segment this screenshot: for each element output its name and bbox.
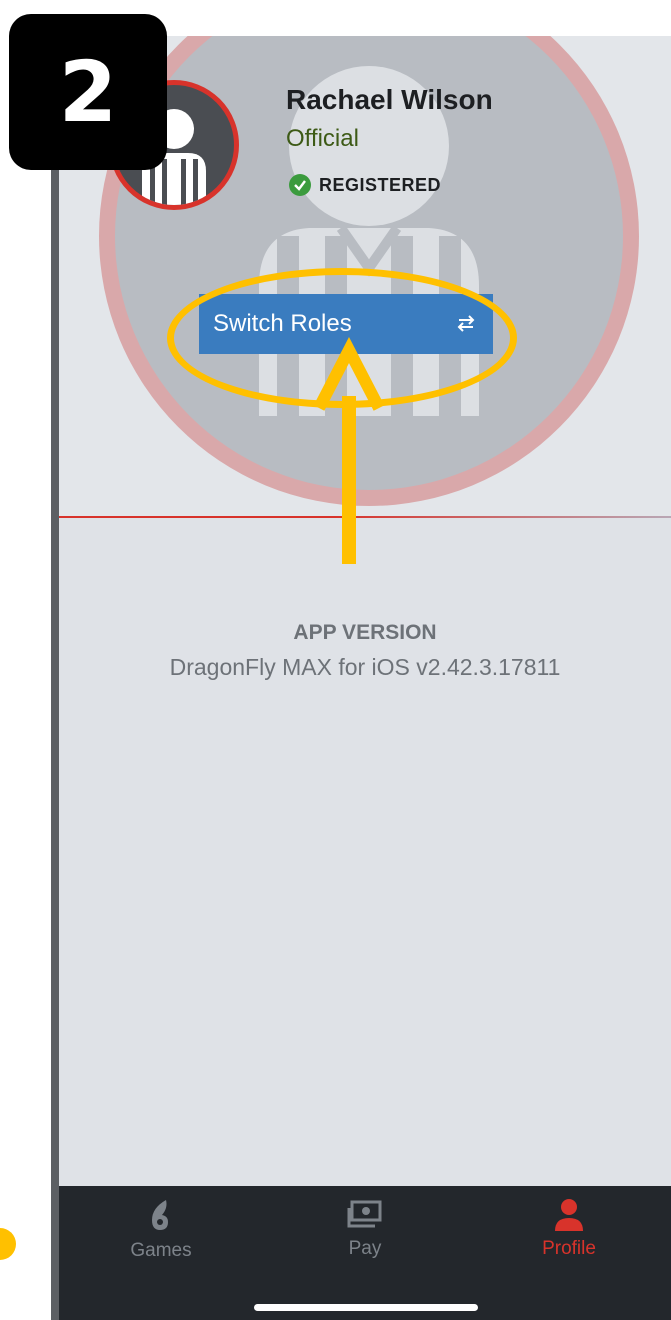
phone-frame: Rachael Wilson Official REGISTERED Switc… xyxy=(51,36,671,1320)
status-badge: REGISTERED xyxy=(319,174,442,195)
tab-profile-label: Profile xyxy=(542,1238,596,1259)
person-icon xyxy=(555,1199,583,1231)
annotation-dot xyxy=(0,1228,16,1260)
tab-profile[interactable]: Profile xyxy=(467,1198,671,1278)
step-badge: 2 xyxy=(9,14,167,170)
tab-pay[interactable]: Pay xyxy=(263,1198,467,1278)
app-version-value: DragonFly MAX for iOS v2.42.3.17811 xyxy=(169,654,561,680)
tab-bar: Games Pay Profile xyxy=(59,1186,671,1320)
tab-games-label: Games xyxy=(130,1240,192,1261)
home-indicator xyxy=(254,1304,478,1311)
profile-screen: Rachael Wilson Official REGISTERED Switc… xyxy=(59,36,671,1320)
tab-games[interactable]: Games xyxy=(59,1198,263,1278)
app-version-label: APP VERSION xyxy=(293,621,437,644)
dragonfly-icon xyxy=(152,1200,168,1230)
tab-pay-label: Pay xyxy=(348,1238,382,1259)
profile-role: Official xyxy=(286,125,359,152)
profile-name: Rachael Wilson xyxy=(286,84,493,115)
header-divider xyxy=(59,516,671,518)
money-icon xyxy=(347,1200,382,1228)
registration-status: REGISTERED xyxy=(289,174,441,196)
check-circle-icon xyxy=(289,174,311,196)
swap-arrows-icon xyxy=(453,313,479,336)
switch-roles-button[interactable]: Switch Roles xyxy=(199,294,493,354)
switch-roles-label: Switch Roles xyxy=(213,310,352,337)
